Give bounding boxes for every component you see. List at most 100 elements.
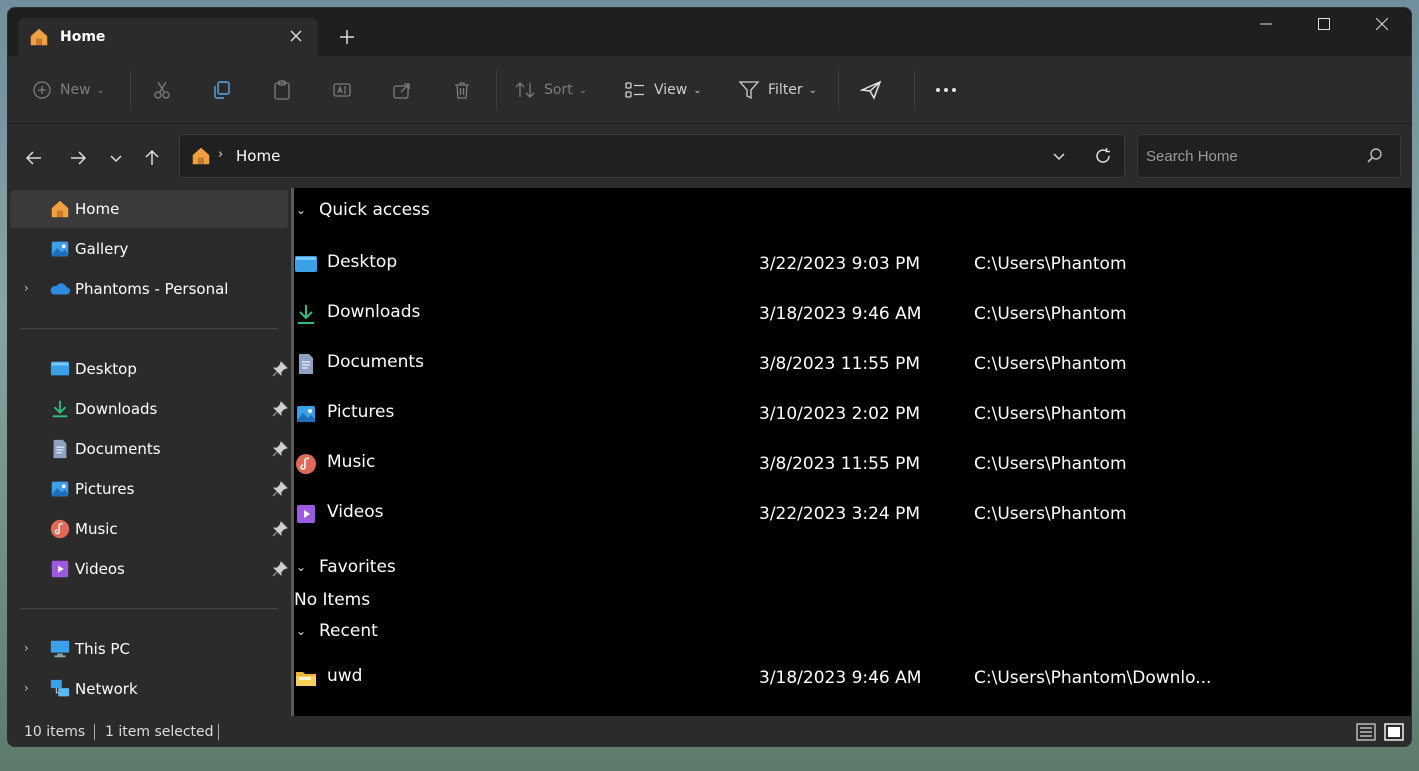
chevron-down-icon: [110, 155, 122, 163]
forward-button[interactable]: [64, 144, 92, 172]
breadcrumb-home[interactable]: Home: [236, 147, 280, 165]
network-icon: [50, 679, 70, 697]
group-title: Quick access: [319, 200, 430, 220]
view-button[interactable]: View ⌄: [624, 74, 702, 106]
list-item[interactable]: Documents 3/8/2023 11:55 PM C:\Users\Pha…: [294, 344, 1411, 384]
rename-icon: [333, 83, 351, 97]
pin-icon[interactable]: [272, 561, 288, 577]
delete-button[interactable]: [452, 74, 472, 106]
tiles-view-icon[interactable]: [1384, 722, 1404, 742]
list-item[interactable]: Pictures 3/10/2023 2:02 PM C:\Users\Phan…: [294, 394, 1411, 434]
share-button[interactable]: [392, 74, 412, 106]
sidebar-item-desktop[interactable]: Desktop: [10, 350, 288, 388]
sidebar-item-onedrive[interactable]: › Phantoms - Personal: [10, 270, 288, 308]
maximize-icon[interactable]: [1295, 8, 1353, 40]
copy-button[interactable]: [212, 74, 232, 106]
address-bar[interactable]: › Home: [179, 134, 1125, 178]
more-icon: [936, 88, 956, 92]
pin-icon[interactable]: [272, 401, 288, 417]
navigation-pane: Home Gallery › Phantoms - Personal Deskt…: [8, 188, 291, 716]
sidebar-item-downloads[interactable]: Downloads: [10, 390, 288, 428]
group-header-recent[interactable]: ⌄ Recent: [294, 616, 378, 646]
sidebar-item-label: Documents: [75, 440, 161, 458]
item-name: Music: [327, 452, 376, 472]
breadcrumb-separator-icon: ›: [218, 147, 224, 162]
pin-icon[interactable]: [272, 481, 288, 497]
chevron-down-icon: [1053, 153, 1065, 161]
list-item[interactable]: Videos 3/22/2023 3:24 PM C:\Users\Phanto…: [294, 494, 1411, 534]
tab-home[interactable]: Home: [18, 18, 318, 56]
item-date: 3/18/2023 9:46 AM: [759, 304, 922, 324]
rename-button[interactable]: [332, 74, 352, 106]
pin-icon[interactable]: [272, 521, 288, 537]
minimize-icon[interactable]: [1237, 8, 1295, 40]
sidebar-item-documents[interactable]: Documents: [10, 430, 288, 468]
sidebar-item-label: Network: [75, 680, 138, 698]
list-item[interactable]: Music 3/8/2023 11:55 PM C:\Users\Phantom: [294, 444, 1411, 484]
new-tab-button[interactable]: [334, 24, 360, 50]
chevron-right-icon[interactable]: ›: [24, 681, 29, 695]
sidebar-item-label: Downloads: [75, 400, 158, 418]
sidebar-item-gallery[interactable]: Gallery: [10, 230, 288, 268]
new-label: New: [60, 82, 91, 98]
item-name: Desktop: [327, 252, 398, 272]
recent-locations-button[interactable]: [102, 144, 130, 172]
chevron-down-icon: ⌄: [808, 84, 818, 96]
cut-button[interactable]: [152, 74, 172, 106]
item-name: Videos: [327, 502, 384, 522]
trash-icon: [455, 82, 469, 99]
music-icon: [296, 454, 316, 474]
pin-icon[interactable]: [272, 441, 288, 457]
chevron-down-icon: ⌄: [693, 84, 702, 96]
search-box[interactable]: [1137, 134, 1401, 178]
arrow-left-icon: [25, 151, 41, 165]
sort-button[interactable]: Sort ⌄: [514, 74, 587, 106]
close-icon[interactable]: [1353, 8, 1411, 40]
up-button[interactable]: [138, 144, 166, 172]
address-dropdown-button[interactable]: [1048, 145, 1070, 167]
home-icon: [192, 147, 210, 165]
sidebar-item-pictures[interactable]: Pictures: [10, 470, 288, 508]
group-title: Recent: [319, 621, 378, 641]
item-date: 3/8/2023 11:55 PM: [759, 454, 921, 474]
group-header-favorites[interactable]: ⌄ Favorites: [294, 552, 396, 582]
videos-icon: [297, 505, 315, 523]
group-header-quick-access[interactable]: ⌄ Quick access: [294, 195, 430, 225]
item-location: C:\Users\Phantom: [974, 254, 1127, 274]
new-button[interactable]: New ⌄: [32, 74, 105, 106]
tab-close-icon[interactable]: [286, 26, 306, 46]
list-item[interactable]: Downloads 3/18/2023 9:46 AM C:\Users\Pha…: [294, 294, 1411, 334]
chevron-right-icon[interactable]: ›: [24, 281, 29, 295]
documents-icon: [53, 439, 67, 459]
group-title: Favorites: [319, 557, 396, 577]
search-icon[interactable]: [1366, 147, 1384, 165]
item-date: 3/10/2023 2:02 PM: [759, 404, 921, 424]
details-view-icon[interactable]: [1356, 722, 1376, 742]
send-feedback-button[interactable]: [860, 74, 882, 106]
item-date: 3/18/2023 9:46 AM: [759, 668, 922, 688]
back-button[interactable]: [20, 144, 48, 172]
videos-icon: [51, 560, 69, 578]
paste-icon: [274, 80, 290, 100]
paste-button[interactable]: [272, 74, 292, 106]
pin-icon[interactable]: [272, 361, 288, 377]
refresh-button[interactable]: [1092, 145, 1114, 167]
sidebar-item-music[interactable]: Music: [10, 510, 288, 548]
sidebar-divider: [20, 608, 278, 609]
toolbar-divider: [496, 70, 497, 110]
sidebar-item-home[interactable]: Home: [10, 190, 288, 228]
filter-button[interactable]: Filter ⌄: [738, 74, 817, 106]
toolbar-divider: [838, 70, 839, 110]
list-item[interactable]: Desktop 3/22/2023 9:03 PM C:\Users\Phant…: [294, 244, 1411, 284]
filter-icon: [738, 81, 760, 100]
search-input[interactable]: [1146, 145, 1356, 167]
list-item[interactable]: uwd 3/18/2023 9:46 AM C:\Users\Phantom\D…: [294, 658, 1411, 698]
sidebar-item-videos[interactable]: Videos: [10, 550, 288, 588]
more-options-button[interactable]: [934, 74, 958, 106]
sidebar-item-this-pc[interactable]: › This PC: [10, 630, 288, 668]
item-date: 3/22/2023 9:03 PM: [759, 254, 921, 274]
chevron-right-icon[interactable]: ›: [24, 641, 29, 655]
sidebar-item-network[interactable]: › Network: [10, 670, 288, 708]
music-icon: [50, 519, 70, 539]
downloads-icon: [52, 400, 68, 418]
